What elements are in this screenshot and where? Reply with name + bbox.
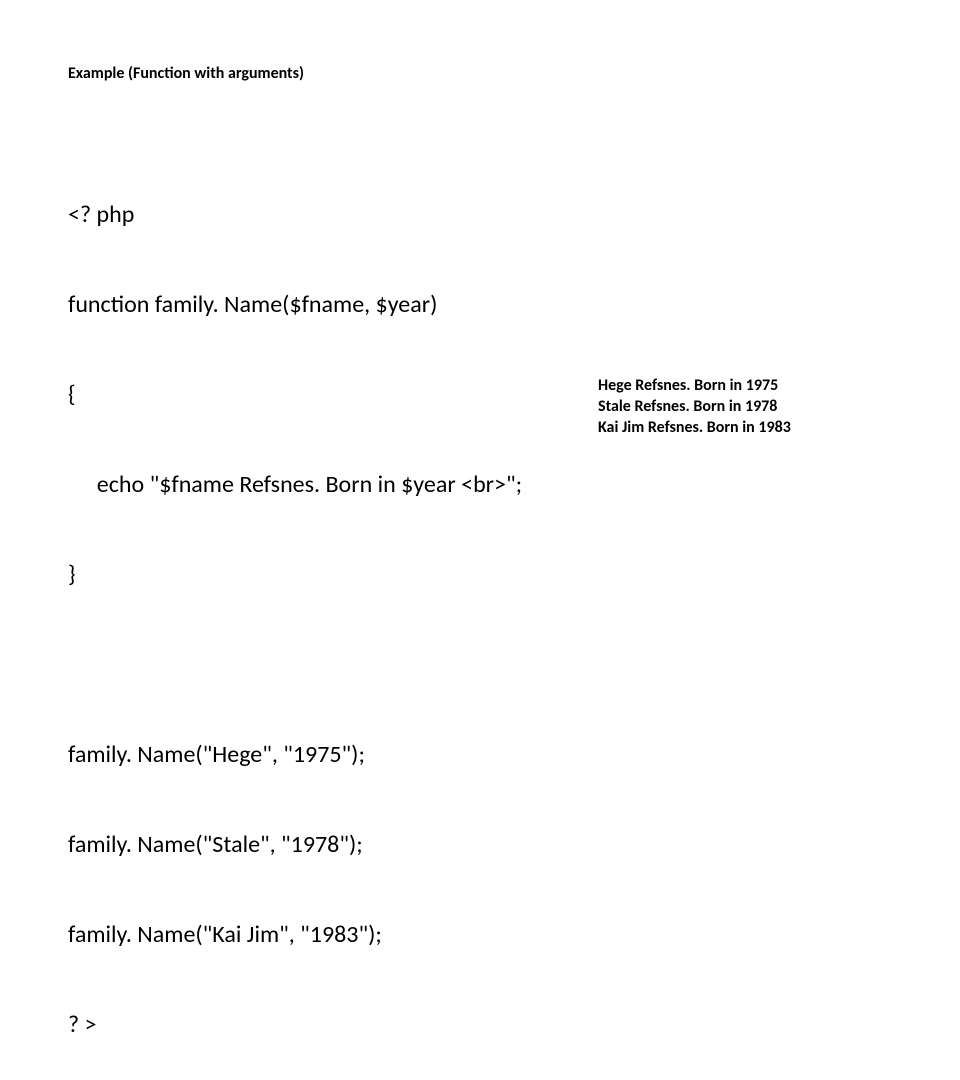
code-line: function family. Name($fname, $year) <box>68 290 522 320</box>
slide-title: Example (Function with arguments) <box>68 64 304 83</box>
code-text: echo "$fname Refsnes. Born in $year <br>… <box>97 470 522 499</box>
code-line: { <box>68 380 522 410</box>
code-line: family. Name("Stale", "1978"); <box>68 830 522 860</box>
slide: Example (Function with arguments) <? php… <box>0 0 960 540</box>
code-line: } <box>68 560 522 590</box>
output-block: Hege Refsnes. Born in 1975 Stale Refsnes… <box>598 376 791 438</box>
output-line: Stale Refsnes. Born in 1978 <box>598 397 791 418</box>
code-line: <? php <box>68 200 522 230</box>
code-line: family. Name("Kai Jim", "1983"); <box>68 920 522 950</box>
output-line: Kai Jim Refsnes. Born in 1983 <box>598 418 791 439</box>
php-code-block: <? php function family. Name($fname, $ye… <box>68 140 522 1080</box>
code-line: echo "$fname Refsnes. Born in $year <br>… <box>68 470 522 500</box>
blank-line <box>68 650 522 680</box>
code-line: ? > <box>68 1010 522 1040</box>
output-line: Hege Refsnes. Born in 1975 <box>598 376 791 397</box>
code-line: family. Name("Hege", "1975"); <box>68 740 522 770</box>
